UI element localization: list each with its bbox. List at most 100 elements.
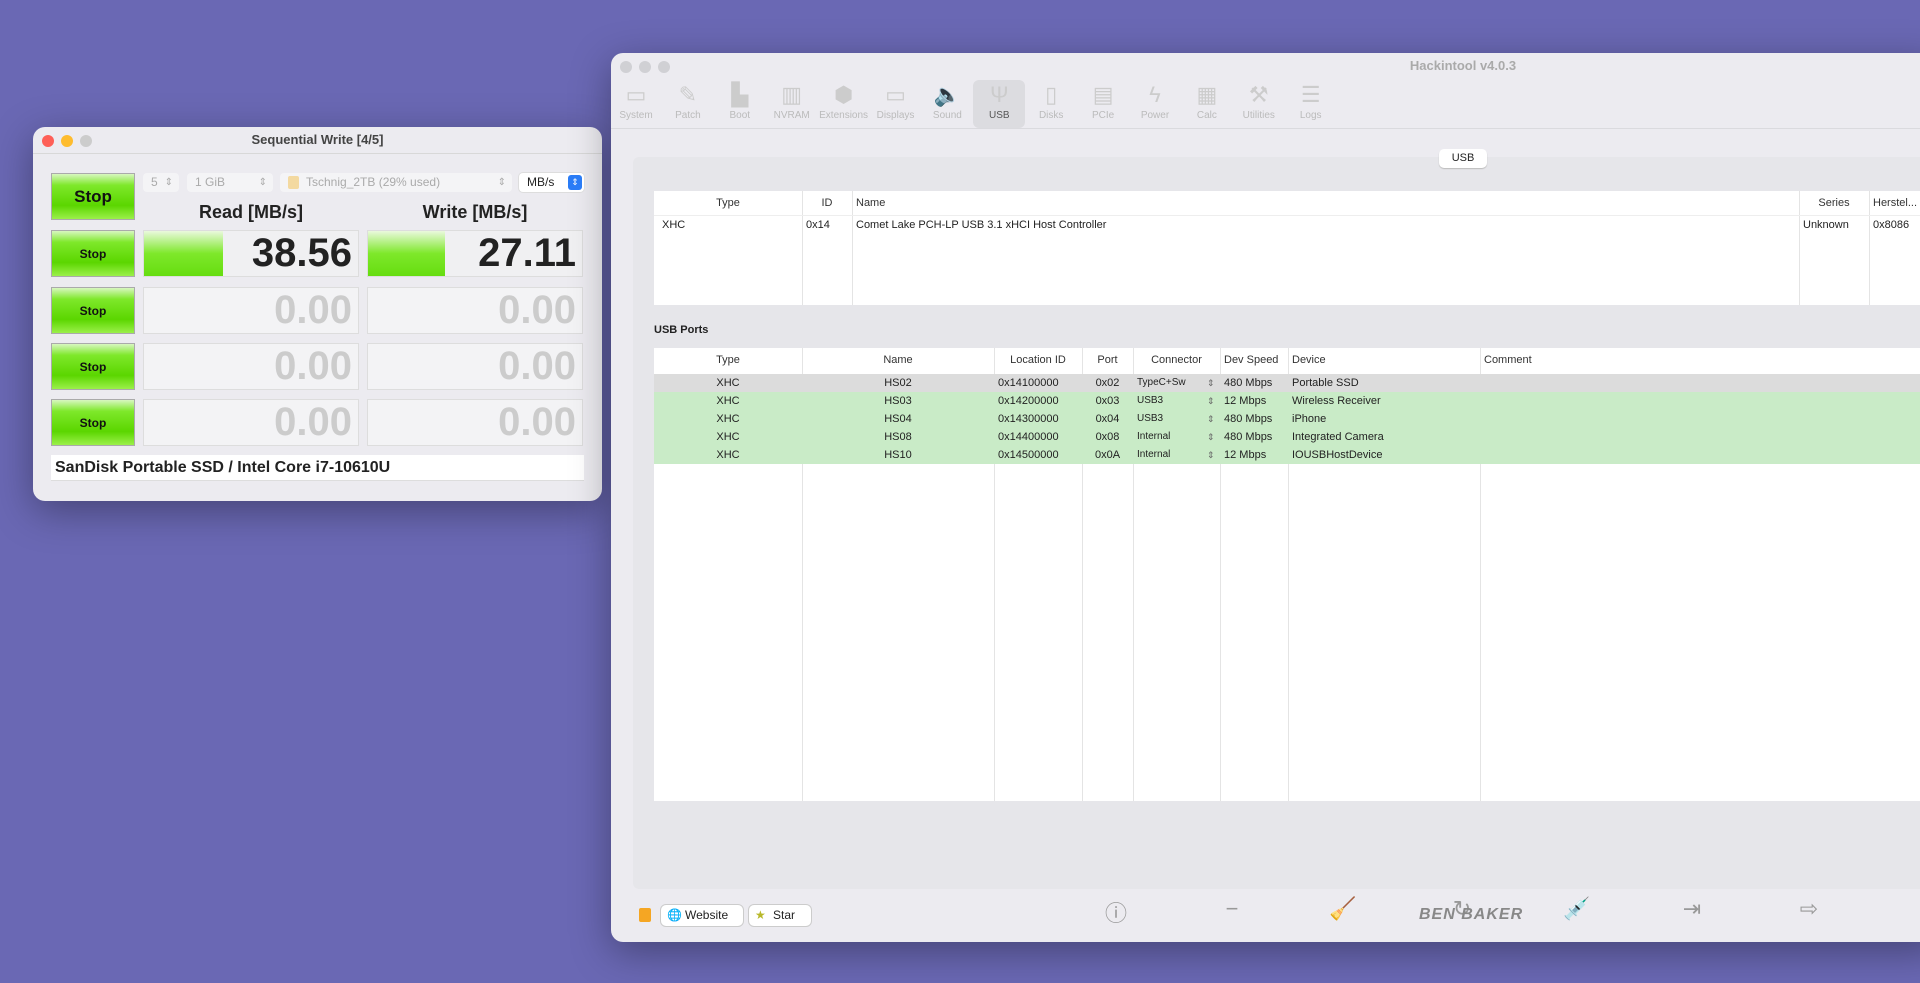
toolbar-tab-displays[interactable]: ▭ Displays — [870, 80, 922, 128]
toolbar-tab-patch[interactable]: ✎ Patch — [662, 80, 714, 128]
column-header[interactable]: Type — [658, 191, 798, 215]
table-row[interactable]: XHC HS10 0x14500000 0x0A Internal 12 Mbps IOUS… — [654, 446, 1920, 464]
read-value: 38.56 — [251, 231, 352, 275]
stop-button[interactable]: Stop — [51, 287, 135, 334]
table-cell: 0x14500000 — [998, 449, 1059, 461]
table-cell: XHC — [662, 219, 686, 231]
table-cell: HS02 — [884, 377, 912, 389]
website-button[interactable]: 🌐 Website — [661, 905, 743, 926]
size-select[interactable]: 1 GiB ⇕ — [187, 173, 273, 192]
table-cell: Unknown — [1803, 219, 1849, 231]
nvram-icon: ▥ — [781, 82, 803, 107]
controllers-table[interactable]: Type ID Name Series Herstel... XHC 0x14 Comet L… — [654, 191, 1920, 305]
read-value: 0.00 — [274, 288, 352, 332]
toolbar-tab-boot[interactable]: ▙ Boot — [714, 80, 766, 128]
column-header[interactable]: Port — [1086, 348, 1129, 372]
table-cell: 0x8086 — [1873, 219, 1910, 231]
column-header[interactable]: Connector — [1137, 348, 1216, 372]
unit-select[interactable]: MB/s ⇕ — [519, 173, 584, 192]
table-cell: 0x14100000 — [998, 377, 1059, 389]
lock-icon[interactable] — [639, 908, 651, 922]
read-value: 0.00 — [274, 400, 352, 444]
column-header[interactable]: Type — [658, 348, 798, 372]
write-result: 0.00 — [367, 287, 583, 334]
toolbar-tab-label: Power — [1140, 110, 1170, 121]
usb-segment-button[interactable]: USB — [1439, 149, 1487, 168]
device-info-field: SanDisk Portable SSD / Intel Core i7-106… — [51, 455, 584, 481]
table-cell: iPhone — [1292, 413, 1327, 425]
chevron-updown-icon: ⇕ — [258, 177, 267, 188]
ports-table[interactable]: Type Name Location ID Port Connector Dev Spee… — [654, 348, 1920, 801]
column-header[interactable]: Name — [806, 348, 990, 372]
connector-chevron-icon[interactable]: ⇕ — [1207, 446, 1215, 464]
toolbar-tab-utilities[interactable]: ⚒ Utilities — [1233, 80, 1285, 128]
read-result: 38.56 — [143, 230, 359, 277]
table-cell: Internal — [1137, 431, 1171, 442]
table-cell: XHC — [716, 431, 740, 443]
connector-chevron-icon[interactable]: ⇕ — [1207, 374, 1215, 392]
table-row[interactable]: XHC HS03 0x14200000 0x03 USB3 12 Mbps Wireless… — [654, 392, 1920, 410]
remove-icon[interactable]: − — [1217, 896, 1247, 922]
column-header[interactable]: Series — [1803, 191, 1865, 215]
table-row[interactable]: XHC HS02 0x14100000 0x02 TypeC+Sw 480 Mbps Por… — [654, 374, 1920, 392]
info-icon[interactable]: ⓘ — [1101, 896, 1131, 928]
inject-syringe-icon[interactable]: 💉 — [1562, 896, 1592, 922]
column-header[interactable]: ID — [806, 191, 848, 215]
column-header[interactable]: Location ID — [998, 348, 1078, 372]
column-header[interactable]: Device — [1292, 348, 1476, 372]
toolbar-tab-disks[interactable]: ▯ Disks — [1025, 80, 1077, 128]
export-icon[interactable]: ⇨ — [1794, 896, 1824, 922]
close-button[interactable] — [620, 61, 632, 73]
toolbar-tab-usb[interactable]: Ψ USB — [973, 80, 1026, 128]
usb-icon: Ψ — [990, 82, 1009, 107]
table-row[interactable]: XHC HS04 0x14300000 0x04 USB3 480 Mbps iPhone ⇕ — [654, 410, 1920, 428]
column-header[interactable]: Dev Speed — [1224, 348, 1284, 372]
toolbar-tab-power[interactable]: ϟ Power — [1129, 80, 1181, 128]
table-cell: Portable SSD — [1292, 377, 1359, 389]
drive-select[interactable]: Tschnig_2TB (29% used) ⇕ — [280, 173, 512, 192]
write-result: 0.00 — [367, 343, 583, 390]
write-header: Write [MB/s] — [422, 202, 528, 222]
usb-ports-label: USB Ports — [654, 324, 709, 336]
stop-all-button[interactable]: Stop — [51, 173, 135, 220]
column-header[interactable]: Name — [856, 191, 1795, 215]
toolbar-tab-extensions[interactable]: ⬢ Extensions — [818, 80, 870, 128]
clean-broom-icon[interactable]: 🧹 — [1328, 896, 1358, 922]
count-select[interactable]: 5 ⇕ — [143, 173, 179, 192]
write-progress-bar — [368, 231, 446, 276]
chevron-updown-icon: ⇕ — [164, 177, 173, 188]
toolbar-tab-system[interactable]: ▭ System — [611, 80, 662, 128]
hackintool-window: Hackintool v4.0.3 ▭ System ✎ Patch ▙ Boot ▥ NVR… — [611, 53, 1920, 942]
toolbar-tab-label: USB — [989, 110, 1010, 121]
column-header[interactable]: Herstel... — [1873, 191, 1920, 215]
import-icon[interactable]: ⇥ — [1677, 896, 1707, 922]
write-value: 27.11 — [478, 231, 576, 275]
drive-value: Tschnig_2TB (29% used) — [306, 175, 441, 189]
toolbar-tab-label: Displays — [876, 110, 915, 121]
stop-button[interactable]: Stop — [51, 343, 135, 390]
stop-button[interactable]: Stop — [51, 230, 135, 277]
size-value: 1 GiB — [195, 175, 226, 189]
stop-button[interactable]: Stop — [51, 399, 135, 446]
read-header: Read [MB/s] — [198, 202, 303, 222]
toolbar-tab-calc[interactable]: ▦ Calc — [1181, 80, 1233, 128]
zoom-button[interactable] — [658, 61, 670, 73]
disks-icon: ▯ — [1045, 82, 1058, 107]
column-header[interactable]: Comment — [1484, 348, 1920, 372]
star-button[interactable]: ★ Star — [749, 905, 811, 926]
table-cell: HS08 — [884, 431, 912, 443]
table-cell: 0x03 — [1095, 395, 1120, 407]
connector-chevron-icon[interactable]: ⇕ — [1207, 392, 1215, 410]
patch-icon: ✎ — [678, 82, 698, 107]
toolbar-tab-sound[interactable]: 🔈 Sound — [921, 80, 973, 128]
toolbar-tab-label: Calc — [1196, 110, 1217, 121]
toolbar-tab-pcie[interactable]: ▤ PCIe — [1077, 80, 1129, 128]
table-row[interactable]: XHC HS08 0x14400000 0x08 Internal 480 Mbps Int… — [654, 428, 1920, 446]
connector-chevron-icon[interactable]: ⇕ — [1207, 410, 1215, 428]
connector-chevron-icon[interactable]: ⇕ — [1207, 428, 1215, 446]
toolbar-tab-nvram[interactable]: ▥ NVRAM — [766, 80, 818, 128]
minimize-button[interactable] — [639, 61, 651, 73]
toolbar-tab-logs[interactable]: ☰ Logs — [1285, 80, 1337, 128]
toolbar-tab-label: Logs — [1299, 110, 1322, 121]
globe-icon: 🌐 — [667, 908, 682, 922]
